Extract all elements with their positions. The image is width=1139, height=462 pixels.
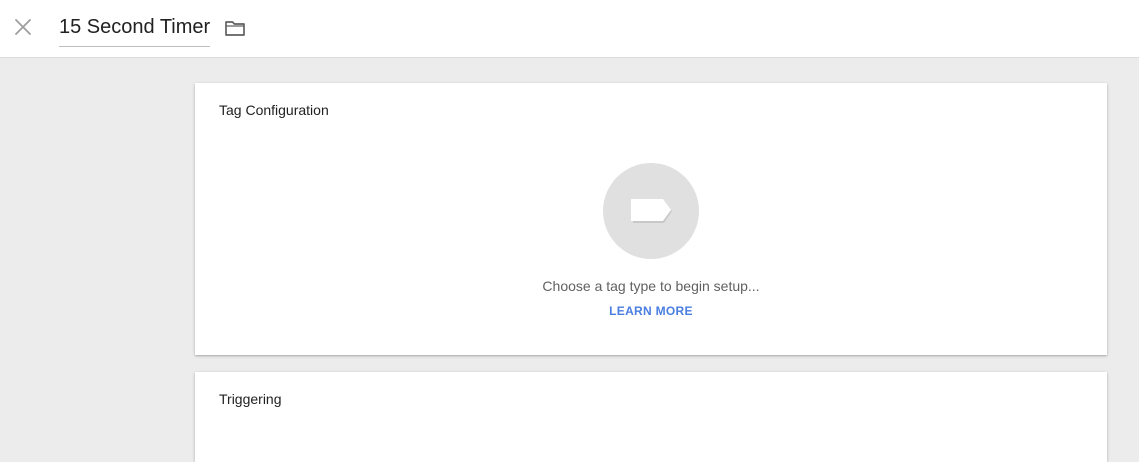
triggering-card[interactable]: Triggering [195,372,1107,462]
close-button[interactable] [11,15,35,39]
tag-name-input[interactable]: 15 Second Timer [59,14,211,47]
folder-icon [225,21,245,36]
folder-button[interactable] [223,16,247,40]
top-bar: 15 Second Timer [0,0,1139,58]
triggering-title: Triggering [219,391,282,407]
close-icon [15,19,31,35]
tag-icon [631,199,672,223]
learn-more-link[interactable]: LEARN MORE [195,304,1107,318]
tag-configuration-card: Tag Configuration Choose a tag type to b… [195,83,1107,355]
choose-tag-type-button[interactable] [603,163,699,259]
tag-type-prompt: Choose a tag type to begin setup... [542,278,760,294]
tag-configuration-title: Tag Configuration [219,102,329,118]
